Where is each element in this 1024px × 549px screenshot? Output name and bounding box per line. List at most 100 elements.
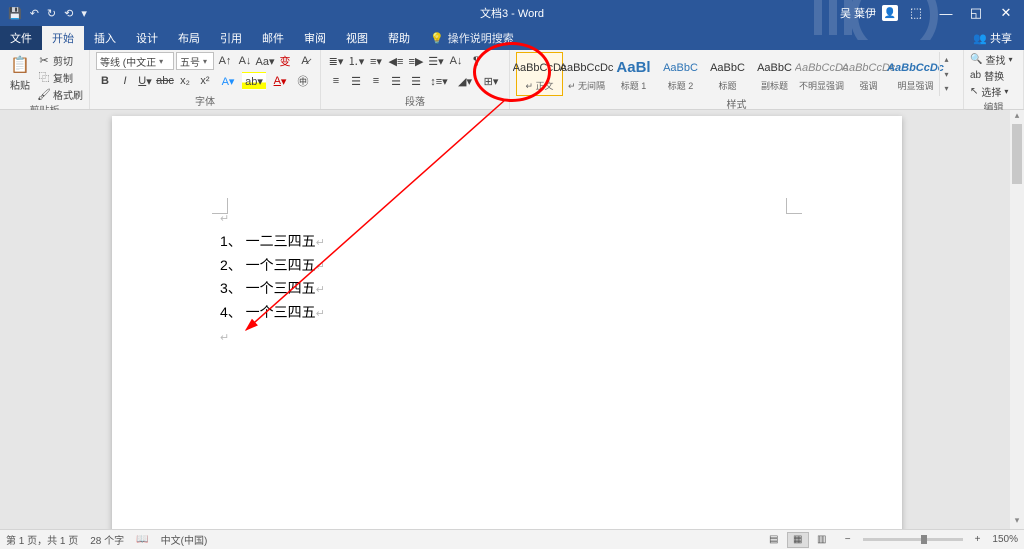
page[interactable]: ↵ 1、 一二三四五↵ 2、 一个三四五↵ 3、 一个三四五↵ 4、 一个三四五…	[112, 116, 902, 529]
font-name-combo[interactable]: 等线 (中文正▾	[96, 52, 174, 70]
tab-help[interactable]: 帮助	[378, 26, 420, 50]
style-intense-emphasis[interactable]: AaBbCcDc 明显强调	[892, 52, 939, 96]
style-gallery-more[interactable]: ▴ ▾ ▾	[939, 52, 953, 96]
sort-button[interactable]: A↓	[447, 52, 465, 70]
bold-button[interactable]: B	[96, 72, 114, 90]
document-text[interactable]: ↵ 1、 一二三四五↵ 2、 一个三四五↵ 3、 一个三四五↵ 4、 一个三四五…	[220, 206, 794, 349]
find-button[interactable]: 🔍查找▾	[970, 52, 1012, 67]
close-button[interactable]: ✕	[994, 5, 1018, 21]
tab-home[interactable]: 开始	[42, 26, 84, 50]
format-painter-button[interactable]: 🖌格式刷	[37, 86, 83, 102]
font-color-button[interactable]: A▾	[268, 72, 292, 90]
vertical-scrollbar[interactable]: ▴ ▾	[1010, 110, 1024, 529]
style-subtle-emphasis[interactable]: AaBbCcDc 不明显强调	[798, 52, 845, 96]
style-heading2[interactable]: AaBbC 标题 2	[657, 52, 704, 96]
font-size-combo[interactable]: 五号▾	[176, 52, 214, 70]
gallery-expand-icon[interactable]: ▾	[940, 81, 953, 96]
tab-layout[interactable]: 布局	[168, 26, 210, 50]
redo-icon[interactable]: ↻	[47, 7, 56, 20]
phonetic-guide-button[interactable]: 变	[276, 52, 294, 70]
tab-references[interactable]: 引用	[210, 26, 252, 50]
undo-icon[interactable]: ↶	[30, 7, 39, 20]
distribute-button[interactable]: ☰	[407, 72, 425, 90]
style-emphasis[interactable]: AaBbCcDc 强调	[845, 52, 892, 96]
share-button[interactable]: 👥 共享	[961, 26, 1024, 50]
status-words[interactable]: 28 个字	[90, 532, 124, 547]
style-heading1[interactable]: AaBl 标题 1	[610, 52, 657, 96]
zoom-in-button[interactable]: +	[975, 534, 981, 545]
underline-button[interactable]: U▾	[136, 72, 154, 90]
paste-button[interactable]: 📋 粘贴	[6, 52, 34, 94]
window-title: 文档3 - Word	[480, 5, 544, 21]
zoom-out-button[interactable]: −	[845, 534, 851, 545]
tab-view[interactable]: 视图	[336, 26, 378, 50]
align-left-button[interactable]: ≡	[327, 72, 345, 90]
justify-button[interactable]: ☰	[387, 72, 405, 90]
numbering-button[interactable]: ⒈▾	[347, 52, 365, 70]
view-web-icon[interactable]: ▥	[811, 532, 833, 548]
style-no-spacing[interactable]: AaBbCcDc ↵ 无间隔	[563, 52, 610, 96]
align-right-button[interactable]: ≡	[367, 72, 385, 90]
clear-format-button[interactable]: A̷	[296, 52, 314, 70]
superscript-button[interactable]: x²	[196, 72, 214, 90]
decrease-indent-button[interactable]: ◀≡	[387, 52, 405, 70]
ribbon-display-icon[interactable]: ⬚	[904, 5, 928, 21]
view-print-icon[interactable]: ▦	[787, 532, 809, 548]
group-styles: AaBbCcDc ↵ 正文 AaBbCcDc ↵ 无间隔 AaBl 标题 1 A…	[510, 50, 964, 109]
maximize-button[interactable]: ◱	[964, 5, 988, 21]
user-name[interactable]: 吴 葉伊	[840, 5, 876, 21]
show-marks-button[interactable]: ¶	[467, 52, 485, 70]
asian-layout-button[interactable]: ☰▾	[427, 52, 445, 70]
scroll-up-icon[interactable]: ▴	[1010, 110, 1024, 124]
tab-insert[interactable]: 插入	[84, 26, 126, 50]
zoom-slider[interactable]	[863, 538, 963, 541]
qat-customize-icon[interactable]: ▾	[81, 7, 87, 20]
status-language[interactable]: 中文(中国)	[161, 532, 208, 547]
text-effects-button[interactable]: A▾	[216, 72, 240, 90]
tell-me-search[interactable]: 💡 操作说明搜索	[420, 26, 524, 50]
gallery-down-icon[interactable]: ▾	[940, 67, 953, 82]
group-paragraph: ≣▾ ⒈▾ ≡▾ ◀≡ ≡▶ ☰▾ A↓ ¶ ≡ ☰ ≡ ☰ ☰ ↕≡▾ ◢▾ …	[321, 50, 510, 109]
status-page[interactable]: 第 1 页，共 1 页	[6, 532, 78, 547]
highlight-button[interactable]: ab▾	[242, 72, 266, 90]
tab-review[interactable]: 审阅	[294, 26, 336, 50]
change-case-button[interactable]: Aa▾	[256, 52, 274, 70]
minimize-button[interactable]: —	[934, 6, 958, 21]
save-icon[interactable]: 💾	[8, 7, 22, 20]
shrink-font-button[interactable]: A↓	[236, 52, 254, 70]
zoom-level[interactable]: 150%	[992, 534, 1018, 545]
align-center-button[interactable]: ☰	[347, 72, 365, 90]
avatar-icon[interactable]: 👤	[882, 5, 898, 21]
qat-sync-icon[interactable]: ⟲	[64, 7, 73, 20]
scroll-down-icon[interactable]: ▾	[1010, 515, 1024, 529]
style-normal[interactable]: AaBbCcDc ↵ 正文	[516, 52, 563, 96]
title-right: 吴 葉伊 👤 ⬚ — ◱ ✕	[840, 5, 1024, 21]
select-button[interactable]: ↖选择▾	[970, 84, 1012, 99]
ribbon: 📋 粘贴 ✂剪切 ⿻复制 🖌格式刷 剪贴板 等线 (中文正▾ 五号▾ A↑ A↓…	[0, 50, 1024, 110]
increase-indent-button[interactable]: ≡▶	[407, 52, 425, 70]
bullets-button[interactable]: ≣▾	[327, 52, 345, 70]
grow-font-button[interactable]: A↑	[216, 52, 234, 70]
style-subtitle[interactable]: AaBbC 副标题	[751, 52, 798, 96]
borders-button[interactable]: ⊞▾	[479, 72, 503, 90]
scroll-thumb[interactable]	[1012, 124, 1022, 184]
group-label-font: 字体	[96, 93, 314, 109]
status-proofing-icon[interactable]: 📖	[136, 534, 148, 545]
view-read-icon[interactable]: ▤	[763, 532, 785, 548]
gallery-up-icon[interactable]: ▴	[940, 52, 953, 67]
style-title[interactable]: AaBbC 标题	[704, 52, 751, 96]
copy-button[interactable]: ⿻复制	[37, 69, 83, 85]
multilevel-button[interactable]: ≡▾	[367, 52, 385, 70]
group-clipboard: 📋 粘贴 ✂剪切 ⿻复制 🖌格式刷 剪贴板	[0, 50, 90, 109]
subscript-button[interactable]: x₂	[176, 72, 194, 90]
tab-design[interactable]: 设计	[126, 26, 168, 50]
shading-button[interactable]: ◢▾	[453, 72, 477, 90]
cut-button[interactable]: ✂剪切	[37, 52, 83, 68]
replace-button[interactable]: ab替换	[970, 68, 1012, 83]
strikethrough-button[interactable]: abc	[156, 72, 174, 90]
line-spacing-button[interactable]: ↕≡▾	[427, 72, 451, 90]
enclose-char-button[interactable]: ㊥	[294, 72, 312, 90]
italic-button[interactable]: I	[116, 72, 134, 90]
tab-file[interactable]: 文件	[0, 26, 42, 50]
tab-mail[interactable]: 邮件	[252, 26, 294, 50]
